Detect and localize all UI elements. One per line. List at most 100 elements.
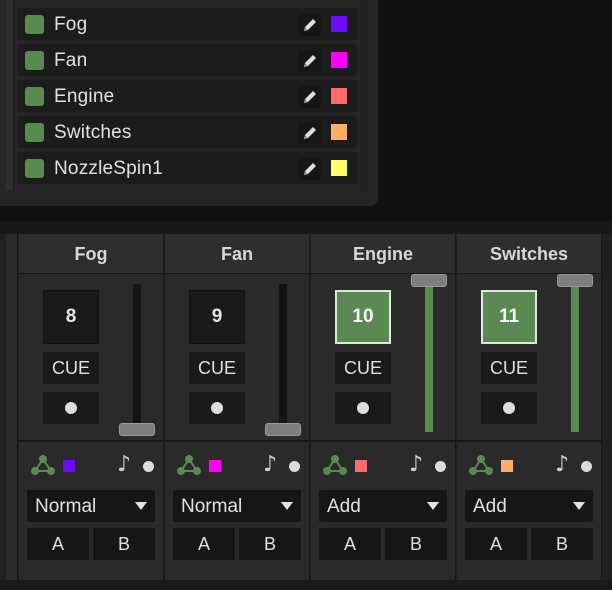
blend-mode-select[interactable]: Normal — [27, 490, 155, 522]
fader-fill — [571, 284, 579, 432]
channel-color-swatch[interactable] — [209, 460, 221, 472]
routing-icon[interactable] — [469, 454, 493, 481]
audio-indicator-dot — [581, 461, 592, 472]
b-button[interactable]: B — [93, 528, 155, 560]
music-note-icon[interactable]: ♪ — [263, 452, 277, 477]
dot-icon — [503, 402, 515, 414]
channel-name: Fan — [220, 244, 253, 264]
chevron-down-icon — [427, 502, 439, 510]
fader-track[interactable] — [279, 284, 287, 432]
audio-indicator-dot — [289, 461, 300, 472]
fader-track[interactable] — [133, 284, 141, 432]
layer-edit-button[interactable] — [299, 14, 321, 36]
layer-color-swatch[interactable] — [331, 52, 347, 68]
audio-indicator-dot — [143, 461, 154, 472]
layer-row[interactable]: Switches — [17, 116, 357, 148]
record-button[interactable] — [189, 392, 245, 424]
channel-header[interactable]: Fog — [19, 234, 163, 274]
layer-enable-toggle[interactable] — [25, 87, 44, 106]
fader-handle[interactable] — [119, 423, 155, 436]
fader-track[interactable] — [425, 284, 433, 432]
channel-name: Engine — [352, 244, 413, 264]
music-note-icon[interactable]: ♪ — [555, 452, 569, 477]
layer-color-swatch[interactable] — [331, 88, 347, 104]
cue-number-button[interactable]: 8 — [43, 290, 99, 344]
record-button[interactable] — [335, 392, 391, 424]
layer-enable-toggle[interactable] — [25, 15, 44, 34]
music-note-icon[interactable]: ♪ — [409, 452, 423, 477]
record-button[interactable] — [481, 392, 537, 424]
fader-handle[interactable] — [557, 274, 593, 287]
layer-row[interactable]: Fan — [17, 44, 357, 76]
b-button[interactable]: B — [239, 528, 301, 560]
blend-mode-value: Add — [327, 496, 361, 517]
layer-panel: Fog Fan Engine Switches NozzleSpin1 — [0, 0, 378, 206]
mixer-bottom-strip — [0, 580, 612, 590]
cue-number-button[interactable]: 10 — [335, 290, 391, 344]
blend-mode-select[interactable]: Add — [465, 490, 593, 522]
layer-edit-button[interactable] — [299, 50, 321, 72]
channel-name: Switches — [489, 244, 569, 264]
panel-gap — [0, 206, 612, 222]
channel-strip: Switches 11 CUE ♪ Add A B — [457, 234, 602, 580]
cue-number-button[interactable]: 9 — [189, 290, 245, 344]
layer-color-swatch[interactable] — [331, 16, 347, 32]
layer-enable-toggle[interactable] — [25, 159, 44, 178]
channel-color-swatch[interactable] — [63, 460, 75, 472]
channel-strip: Engine 10 CUE ♪ Add A B — [311, 234, 456, 580]
mixer-left-edge — [6, 234, 18, 580]
fader-fill — [425, 284, 433, 432]
panel-scrollbar[interactable] — [360, 0, 368, 192]
mixer-panel: Fog 8 CUE ♪ Normal A B Fan 9 CUE ♪ Normal A B Engine 10… — [0, 222, 612, 590]
fader-track[interactable] — [571, 284, 579, 432]
layer-enable-toggle[interactable] — [25, 51, 44, 70]
record-button[interactable] — [43, 392, 99, 424]
layer-edit-button[interactable] — [299, 122, 321, 144]
channel-strip: Fan 9 CUE ♪ Normal A B — [165, 234, 310, 580]
a-button[interactable]: A — [319, 528, 381, 560]
a-button[interactable]: A — [173, 528, 235, 560]
blend-mode-value: Add — [473, 496, 507, 517]
blend-mode-select[interactable]: Normal — [173, 490, 301, 522]
layer-row[interactable]: Fog — [17, 8, 357, 40]
cue-number-button[interactable]: 11 — [481, 290, 537, 344]
fader-handle[interactable] — [265, 423, 301, 436]
cue-button[interactable]: CUE — [43, 352, 99, 384]
layer-color-swatch[interactable] — [331, 124, 347, 140]
layer-edit-button[interactable] — [299, 86, 321, 108]
routing-icon[interactable] — [323, 454, 347, 481]
channel-color-swatch[interactable] — [501, 460, 513, 472]
cue-button[interactable]: CUE — [481, 352, 537, 384]
b-button[interactable]: B — [385, 528, 447, 560]
channel-header[interactable]: Engine — [311, 234, 455, 274]
fader-handle[interactable] — [411, 274, 447, 287]
layer-name: Switches — [54, 122, 132, 143]
cue-button[interactable]: CUE — [189, 352, 245, 384]
layer-row[interactable]: NozzleSpin1 — [17, 152, 357, 184]
a-button[interactable]: A — [465, 528, 527, 560]
mixer-top-strip — [0, 222, 612, 234]
cue-button[interactable]: CUE — [335, 352, 391, 384]
b-button[interactable]: B — [531, 528, 593, 560]
channel-divider — [311, 440, 455, 442]
routing-icon[interactable] — [31, 454, 55, 481]
channel-header[interactable]: Switches — [457, 234, 601, 274]
a-button[interactable]: A — [27, 528, 89, 560]
channel-color-swatch[interactable] — [355, 460, 367, 472]
channel-divider — [165, 440, 309, 442]
layer-list: Fog Fan Engine Switches NozzleSpin1 — [17, 8, 357, 188]
layer-name: Fog — [54, 14, 88, 35]
dot-icon — [65, 402, 77, 414]
chevron-down-icon — [135, 502, 147, 510]
layer-edit-button[interactable] — [299, 158, 321, 180]
channel-header[interactable]: Fan — [165, 234, 309, 274]
layer-enable-toggle[interactable] — [25, 123, 44, 142]
dot-icon — [357, 402, 369, 414]
blend-mode-select[interactable]: Add — [319, 490, 447, 522]
layer-color-swatch[interactable] — [331, 160, 347, 176]
routing-icon[interactable] — [177, 454, 201, 481]
layer-row[interactable]: Engine — [17, 80, 357, 112]
blend-mode-value: Normal — [35, 496, 97, 517]
dot-icon — [211, 402, 223, 414]
music-note-icon[interactable]: ♪ — [117, 452, 131, 477]
